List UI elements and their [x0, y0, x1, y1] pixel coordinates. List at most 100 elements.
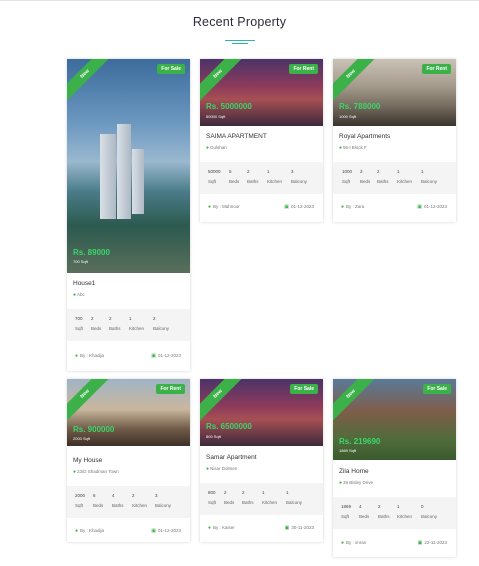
- spec-value: 2: [153, 316, 156, 321]
- agent-name: ● By : Kaiser: [208, 525, 235, 531]
- specs-bar: 1869 Sqft 4 Beds 2 Baths 1 Kitchen 0 Balcony: [333, 497, 456, 529]
- spec-value: 800: [208, 490, 216, 495]
- spec-label: Kitchen: [132, 503, 148, 508]
- user-icon: ●: [208, 204, 212, 210]
- property-image[interactable]: New For Sale Rs. 6500000 800 Sqft: [200, 379, 323, 446]
- spec-label: Beds: [91, 326, 102, 331]
- spec-label: Beds: [229, 179, 240, 184]
- spec-label: Sqft: [75, 503, 84, 508]
- spec-label: Kitchen: [397, 514, 413, 519]
- property-name[interactable]: SAIMA APARTMENT: [206, 133, 267, 140]
- status-badge: For Rent: [289, 64, 318, 74]
- status-badge: For Rent: [156, 384, 185, 394]
- spec-value: 3: [291, 169, 294, 174]
- spec-value: 2: [242, 490, 245, 495]
- spec-value: 1: [129, 316, 132, 321]
- spec-label: Kitchen: [397, 179, 413, 184]
- spec-value: 1869: [341, 504, 352, 509]
- property-image[interactable]: New For Rent Rs. 5000000 50000 Sqft: [200, 59, 323, 126]
- property-image[interactable]: New For Rent Rs. 788000 1000 Sqft: [333, 59, 456, 126]
- spec-label: Sqft: [208, 500, 217, 505]
- post-date: ▣ 01-12-2023: [417, 204, 447, 210]
- status-badge: For Sale: [423, 384, 451, 394]
- property-location: ●56-l Block F: [339, 145, 367, 151]
- spec-value: 3: [360, 169, 363, 174]
- map-pin-icon: ●: [73, 469, 77, 475]
- agent-name: ● By : Zara: [341, 204, 364, 210]
- calendar-icon: ▣: [284, 204, 289, 210]
- spec-label: Baths: [247, 179, 259, 184]
- agent-text: By : Mahnoor: [213, 204, 240, 209]
- property-name[interactable]: House1: [73, 280, 95, 287]
- property-image[interactable]: New For Sale Rs. 219690 1869 Sqft: [333, 379, 456, 460]
- spec-value: 2: [132, 493, 135, 498]
- user-icon: ●: [341, 204, 345, 210]
- map-pin-icon: ●: [206, 466, 210, 472]
- spec-label: Balcony: [421, 514, 438, 519]
- spec-label: Beds: [360, 179, 371, 184]
- property-card-zila[interactable]: New For Sale Rs. 219690 1869 Sqft Zila H…: [333, 379, 456, 557]
- spec-value: 4: [359, 504, 362, 509]
- property-image[interactable]: New For Rent Rs. 900000 2000 Sqft: [67, 379, 190, 446]
- spec-label: Sqft: [341, 514, 350, 519]
- calendar-icon: ▣: [151, 353, 156, 359]
- location-text: Abc: [77, 292, 85, 297]
- status-badge: For Sale: [290, 384, 318, 394]
- user-icon: ●: [341, 540, 345, 546]
- spec-value: 700: [75, 316, 83, 321]
- spec-value: 2: [109, 316, 112, 321]
- price-label: Rs. 5000000: [206, 102, 252, 111]
- property-location: ●23/D Shadman Town: [73, 469, 119, 475]
- spec-label: Beds: [93, 503, 104, 508]
- property-card-royal[interactable]: New For Rent Rs. 788000 1000 Sqft Royal …: [333, 59, 456, 222]
- agent-text: By : Khadija: [80, 528, 105, 533]
- spec-label: Balcony: [153, 326, 170, 331]
- area-label: 1000 Sqft: [339, 114, 357, 119]
- property-card-house1[interactable]: New For Sale Rs. 89000 700 Sqft House1 ●…: [67, 59, 190, 371]
- spec-label: Beds: [359, 514, 370, 519]
- location-text: 56-l Block F: [343, 145, 367, 150]
- area-label: 1869 Sqft: [339, 448, 357, 453]
- spec-value: 1000: [342, 169, 353, 174]
- property-card-myhouse[interactable]: New For Rent Rs. 900000 2000 Sqft My Hou…: [67, 379, 190, 542]
- property-name[interactable]: My House: [73, 457, 102, 464]
- area-label: 700 Sqft: [73, 259, 88, 264]
- section-title: Recent Property: [192, 15, 287, 29]
- spec-label: Kitchen: [129, 326, 145, 331]
- spec-label: Baths: [109, 326, 121, 331]
- spec-value: 1: [286, 490, 289, 495]
- agent-name: ● By : imran: [341, 540, 366, 546]
- date-text: 30-11-2023: [291, 525, 314, 530]
- top-divider: [0, 0, 479, 1]
- spec-value: 1: [262, 490, 265, 495]
- property-name[interactable]: Zila Home: [339, 468, 369, 475]
- post-date: ▣ 01-12-2023: [284, 204, 314, 210]
- spec-label: Beds: [224, 500, 235, 505]
- spec-value: 50000: [208, 169, 221, 174]
- spec-value: 1: [267, 169, 270, 174]
- spec-value: 2: [224, 490, 227, 495]
- price-label: Rs. 900000: [73, 425, 115, 434]
- property-image[interactable]: New For Sale Rs. 89000 700 Sqft: [67, 59, 190, 273]
- date-text: 01-12-2023: [157, 528, 181, 533]
- property-card-saima[interactable]: New For Rent Rs. 5000000 50000 Sqft SAIM…: [200, 59, 323, 222]
- date-text: 01-12-2023: [423, 204, 447, 209]
- specs-bar: 2000 Sqft 6 Beds 4 Baths 2 Kitchen 3 Balcony: [67, 486, 190, 518]
- status-badge: For Rent: [422, 64, 451, 74]
- spec-label: Balcony: [421, 179, 438, 184]
- property-card-samar[interactable]: New For Sale Rs. 6500000 800 Sqft Samar …: [200, 379, 323, 542]
- spec-label: Kitchen: [262, 500, 278, 505]
- spec-label: Baths: [378, 514, 390, 519]
- spec-label: Sqft: [208, 179, 217, 184]
- user-icon: ●: [75, 353, 79, 359]
- post-date: ▣ 01-12-2023: [151, 528, 181, 534]
- spec-label: Kitchen: [267, 179, 283, 184]
- property-location: ●39 Bisley Drive: [339, 480, 373, 486]
- map-pin-icon: ●: [206, 145, 210, 151]
- user-icon: ●: [208, 525, 212, 531]
- property-name[interactable]: Samar Apartment: [206, 454, 257, 461]
- property-name[interactable]: Royal Apartments: [339, 133, 390, 140]
- specs-bar: 1000 Sqft 3 Beds 2 Baths 1 Kitchen 1 Balcony: [333, 162, 456, 194]
- calendar-icon: ▣: [417, 540, 423, 546]
- map-pin-icon: ●: [339, 480, 343, 486]
